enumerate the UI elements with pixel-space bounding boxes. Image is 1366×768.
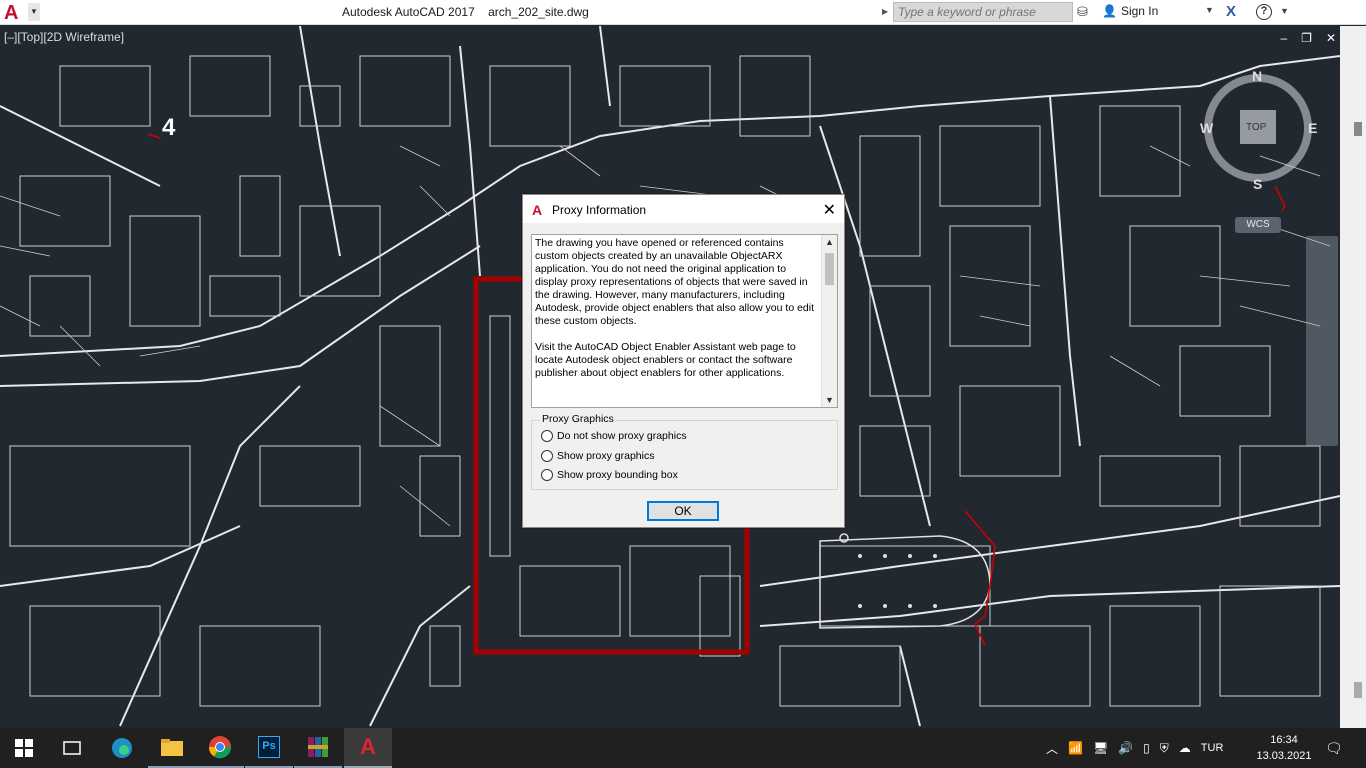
notification-icon: 🗨 (1325, 739, 1343, 756)
chevron-down-icon[interactable]: ▼ (28, 3, 40, 21)
edge-taskbar-button[interactable] (98, 728, 146, 768)
proxy-graphics-label: Proxy Graphics (540, 413, 616, 425)
close-viewport-button[interactable]: ✕ (1326, 31, 1336, 45)
search-input[interactable] (894, 3, 1072, 21)
search-box[interactable] (893, 2, 1073, 22)
close-icon[interactable]: ✕ (823, 200, 836, 220)
wifi-icon[interactable]: 📶 (1068, 741, 1083, 755)
sign-in-dropdown-icon[interactable]: ▼ (1205, 5, 1214, 15)
photoshop-icon: Ps (258, 736, 280, 758)
dialog-message-box[interactable]: The drawing you have opened or reference… (531, 234, 838, 408)
autocad-logo-icon: A (4, 1, 19, 24)
scrollbar-thumb[interactable] (1354, 122, 1362, 136)
help-dropdown-icon[interactable]: ▼ (1280, 6, 1289, 16)
autocad-icon: A (360, 734, 376, 759)
viewport-controls-label[interactable]: [–][Top][2D Wireframe] (4, 30, 124, 44)
radio-circle-icon[interactable] (541, 469, 553, 481)
navigation-bar[interactable] (1306, 236, 1338, 446)
ok-button[interactable]: OK (647, 501, 719, 521)
window-title: Autodesk AutoCAD 2017 arch_202_site.dwg (342, 5, 589, 19)
compass-east[interactable]: E (1308, 120, 1317, 136)
radio-circle-icon[interactable] (541, 430, 553, 442)
autocad-icon: A (532, 202, 543, 218)
chrome-taskbar-button[interactable] (196, 728, 244, 768)
help-button[interactable]: ? (1256, 3, 1276, 21)
task-view-icon (63, 741, 81, 755)
dialog-paragraph-1: The drawing you have opened or reference… (535, 237, 815, 327)
winrar-taskbar-button[interactable] (294, 728, 342, 768)
edge-icon (112, 738, 132, 758)
minimize-viewport-button[interactable]: – (1280, 31, 1287, 45)
security-shield-icon[interactable]: ⛨ (1160, 741, 1169, 756)
sign-in-button[interactable]: 👤 Sign In (1102, 4, 1158, 18)
radio-do-not-show[interactable]: Do not show proxy graphics (541, 430, 687, 442)
wcs-menu[interactable]: WCS (1235, 217, 1281, 233)
clock[interactable]: 16:34 13.03.2021 (1254, 732, 1314, 764)
viewport-window-controls: – ❐ ✕ (1280, 31, 1336, 45)
viewcube[interactable]: TOP N S E W (1195, 66, 1325, 201)
notification-center-button[interactable]: 🗨 (1325, 728, 1343, 768)
application-menu-button[interactable]: A ▼ (0, 0, 44, 25)
vertical-scrollbar[interactable] (1340, 26, 1366, 728)
clock-date: 13.03.2021 (1256, 750, 1312, 762)
dialog-scroll-thumb[interactable] (825, 253, 834, 285)
start-button[interactable] (0, 728, 48, 768)
photoshop-taskbar-button[interactable]: Ps (245, 728, 293, 768)
dialog-title-bar: A Proxy Information ✕ (523, 195, 844, 223)
autodesk-exchange-icon[interactable]: X (1222, 3, 1240, 21)
help-icon: ? (1256, 4, 1272, 20)
radio-show-proxy-graphics[interactable]: Show proxy graphics (541, 450, 654, 462)
scroll-up-icon[interactable]: ▲ (825, 237, 834, 247)
windows-taskbar: Ps A ︿ 📶 🖥 🔊 ▯ ⛨ ☁ TUR 16:34 13.03.2021 … (0, 728, 1366, 768)
clock-time: 16:34 (1270, 734, 1298, 746)
restore-viewport-button[interactable]: ❐ (1301, 31, 1312, 45)
folder-icon (161, 739, 183, 756)
compass-west[interactable]: W (1200, 120, 1213, 136)
language-indicator[interactable]: TUR (1201, 742, 1224, 754)
display-icon[interactable]: 🖥 (1093, 741, 1108, 755)
file-explorer-taskbar-button[interactable] (148, 728, 196, 768)
scroll-down-icon[interactable]: ▼ (825, 395, 834, 405)
binoculars-icon[interactable]: ⛁ (1077, 4, 1088, 20)
windows-logo-icon (15, 739, 33, 757)
title-bar: A ▼ Autodesk AutoCAD 2017 arch_202_site.… (0, 0, 1366, 25)
volume-icon[interactable]: 🔊 (1118, 741, 1133, 755)
cloud-icon[interactable]: ☁ (1179, 741, 1191, 755)
dialog-paragraph-2: Visit the AutoCAD Object Enabler Assista… (535, 341, 796, 379)
compass-north[interactable]: N (1252, 68, 1262, 84)
show-hidden-icons-chevron-icon[interactable]: ︿ (1046, 740, 1058, 757)
task-view-button[interactable] (48, 728, 96, 768)
system-tray: ︿ 📶 🖥 🔊 ▯ ⛨ ☁ TUR (1046, 728, 1223, 768)
compass-south[interactable]: S (1253, 176, 1262, 192)
radio-show-bounding-box[interactable]: Show proxy bounding box (541, 469, 678, 481)
dialog-title: Proxy Information (552, 203, 647, 217)
dialog-scrollbar[interactable]: ▲ ▼ (821, 235, 837, 407)
user-icon: 👤 (1102, 4, 1117, 18)
search-expand-icon[interactable]: ▶ (882, 2, 892, 22)
scrollbar-thumb-lower[interactable] (1354, 682, 1362, 698)
proxy-information-dialog: A Proxy Information ✕ The drawing you ha… (522, 194, 845, 528)
usb-icon[interactable]: ▯ (1143, 741, 1150, 755)
viewcube-top-face[interactable]: TOP (1246, 122, 1266, 133)
autocad-taskbar-button[interactable]: A (344, 728, 392, 768)
drawing-number-label: 4 (162, 114, 176, 141)
chrome-icon (208, 736, 232, 759)
proxy-graphics-group: Proxy Graphics Do not show proxy graphic… (531, 413, 838, 490)
winrar-icon (308, 737, 328, 757)
radio-circle-icon[interactable] (541, 450, 553, 462)
